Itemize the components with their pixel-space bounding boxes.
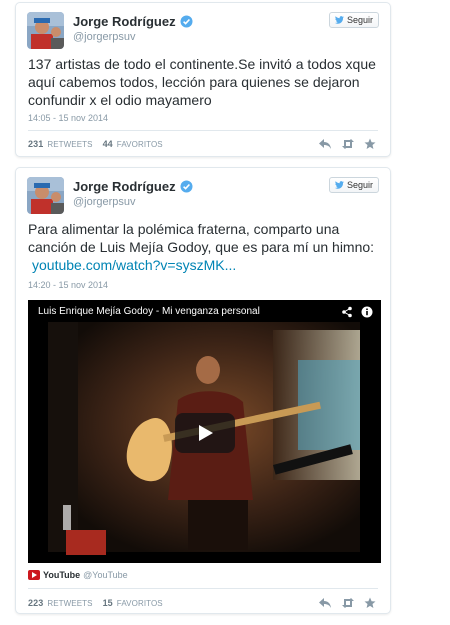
source-handle[interactable]: @YouTube [83,570,128,580]
retweets-label: RETWEETS [47,140,93,149]
tweet-text: Para alimentar la polémica fraterna, com… [28,220,384,274]
tweet-card: Jorge Rodríguez @jorgerpsuv Seguir 137 a… [15,2,391,157]
follow-label: Seguir [346,15,373,25]
verified-badge-icon [180,180,193,193]
favorites-label: FAVORITOS [116,140,163,149]
twitter-bird-icon [334,181,344,189]
twitter-bird-icon [334,16,344,24]
video-player[interactable]: Luis Enrique Mejía Godoy - Mi venganza p… [28,300,381,563]
author-name[interactable]: Jorge Rodríguez [73,14,176,29]
retweets-label: RETWEETS [47,599,93,608]
tweet-timestamp[interactable]: 14:05 - 15 nov 2014 [28,113,108,123]
divider [28,130,378,131]
share-icon[interactable] [341,305,353,318]
youtube-icon [28,570,40,580]
favorites-label: FAVORITOS [116,599,163,608]
divider [28,588,378,589]
tweet-timestamp[interactable]: 14:20 - 15 nov 2014 [28,280,108,290]
retweets-count[interactable]: 231 [28,139,43,149]
tweet-stats: 223 RETWEETS 15 FAVORITOS [28,598,163,608]
avatar[interactable] [27,177,64,214]
tweet-actions [318,596,378,608]
reply-icon[interactable] [318,137,332,149]
reply-icon[interactable] [318,596,332,608]
retweet-icon[interactable] [341,596,355,608]
tweet-actions [318,137,378,149]
tweet-text-body: Para alimentar la polémica fraterna, com… [28,221,375,255]
star-icon[interactable] [364,596,378,608]
tweet-link[interactable]: youtube.com/watch?v=syszMK... [32,257,236,273]
info-icon[interactable] [361,305,373,318]
play-button[interactable] [175,413,235,453]
verified-badge-icon [180,15,193,28]
source-name[interactable]: YouTube [43,570,80,580]
favorites-count[interactable]: 44 [103,139,113,149]
avatar[interactable] [27,12,64,49]
tweet-stats: 231 RETWEETS 44 FAVORITOS [28,139,163,149]
follow-button[interactable]: Seguir [328,12,379,28]
follow-button[interactable]: Seguir [328,177,379,193]
video-title[interactable]: Luis Enrique Mejía Godoy - Mi venganza p… [38,306,260,317]
star-icon[interactable] [364,137,378,149]
favorites-count[interactable]: 15 [103,598,113,608]
tweet-card: Jorge Rodríguez @jorgerpsuv Seguir Para … [15,167,391,614]
author-handle[interactable]: @jorgerpsuv [73,196,136,208]
tweet-text: 137 artistas de todo el continente.Se in… [28,56,376,108]
author-name[interactable]: Jorge Rodríguez [73,179,176,194]
retweets-count[interactable]: 223 [28,598,43,608]
follow-label: Seguir [346,180,373,190]
retweet-icon[interactable] [341,137,355,149]
card-source[interactable]: YouTube @YouTube [28,570,128,580]
author-handle[interactable]: @jorgerpsuv [73,31,136,43]
